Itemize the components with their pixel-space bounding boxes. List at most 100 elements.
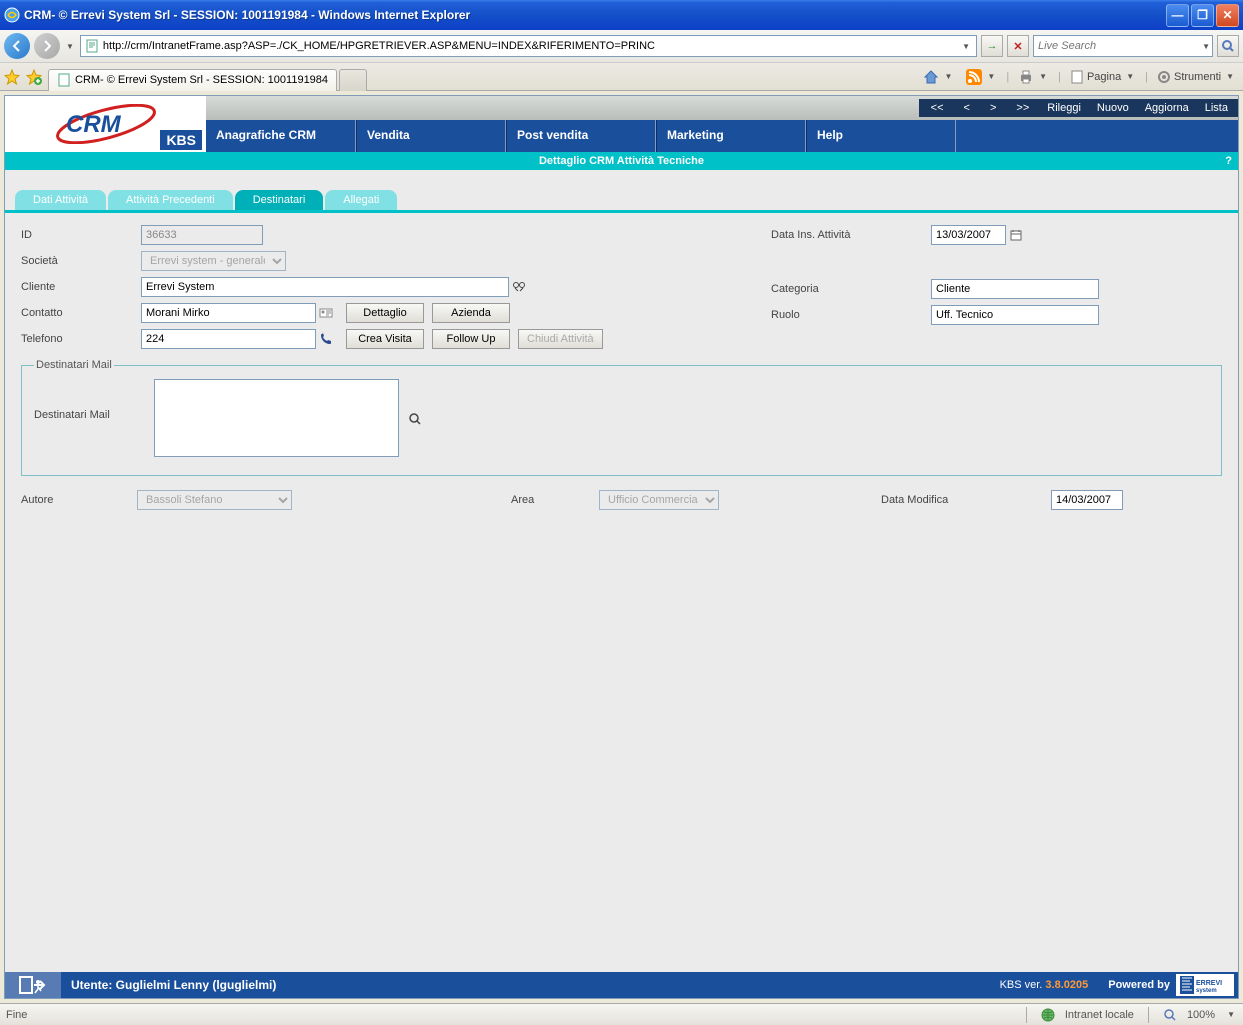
print-button[interactable]: ▼: [1015, 67, 1052, 87]
categoria-field[interactable]: [931, 279, 1099, 299]
label-ruolo: Ruolo: [771, 309, 931, 321]
cliente-lookup-icon[interactable]: [509, 277, 529, 297]
footer-user: Utente: Guglielmi Lenny (lguglielmi): [71, 978, 276, 992]
new-tab-button[interactable]: [339, 69, 367, 91]
search-button[interactable]: [1217, 35, 1239, 57]
area-select: Ufficio Commerciale: [599, 490, 719, 510]
browser-tabbar: CRM- © Errevi System Srl - SESSION: 1001…: [0, 63, 1243, 91]
app-logo: CRM KBS: [5, 96, 206, 152]
menu-postvendita[interactable]: Post vendita: [506, 120, 656, 152]
cliente-field[interactable]: [141, 277, 509, 297]
stop-button[interactable]: ✕: [1007, 35, 1029, 57]
menu-help[interactable]: Help: [806, 120, 956, 152]
contatto-card-icon[interactable]: [316, 303, 336, 323]
nav-prev-button[interactable]: <: [954, 102, 980, 114]
data-ins-field[interactable]: [931, 225, 1006, 245]
label-autore: Autore: [21, 494, 137, 506]
main-menu: Anagrafiche CRM Vendita Post vendita Mar…: [206, 120, 1238, 152]
label-categoria: Categoria: [771, 283, 931, 295]
nav-lista-button[interactable]: Lista: [1197, 102, 1236, 114]
address-bar[interactable]: ▼: [80, 35, 977, 57]
home-button[interactable]: ▼: [920, 67, 957, 87]
search-bar[interactable]: ▼: [1033, 35, 1213, 57]
tab-page-icon: [57, 73, 71, 87]
search-mail-icon[interactable]: [405, 409, 425, 429]
label-telefono: Telefono: [21, 333, 141, 345]
search-input[interactable]: [1034, 40, 1200, 52]
page-menu[interactable]: Pagina ▼: [1067, 68, 1139, 86]
feeds-button[interactable]: ▼: [963, 67, 1000, 87]
contatto-field[interactable]: [141, 303, 316, 323]
tools-menu[interactable]: Strumenti ▼: [1154, 68, 1239, 86]
destinatari-mail-textarea[interactable]: [154, 379, 399, 457]
exit-icon[interactable]: [5, 972, 61, 998]
label-contatto: Contatto: [21, 307, 141, 319]
menu-anagrafiche[interactable]: Anagrafiche CRM: [206, 120, 356, 152]
search-dropdown-icon[interactable]: ▼: [1200, 42, 1212, 51]
window-title: CRM- © Errevi System Srl - SESSION: 1001…: [24, 8, 1166, 22]
label-area: Area: [511, 494, 599, 506]
url-input[interactable]: [103, 40, 956, 52]
ruolo-field[interactable]: [931, 305, 1099, 325]
label-data-modifica: Data Modifica: [881, 494, 1051, 506]
crea-visita-button[interactable]: Crea Visita: [346, 329, 424, 349]
back-button[interactable]: [4, 33, 30, 59]
chiudi-attivita-button: Chiudi Attività: [518, 329, 603, 349]
status-zone: Intranet locale: [1065, 1009, 1134, 1021]
zoom-icon[interactable]: [1163, 1008, 1177, 1022]
status-text: Fine: [6, 1009, 27, 1021]
window-minimize-button[interactable]: —: [1166, 4, 1189, 27]
id-field: [141, 225, 263, 245]
menu-marketing[interactable]: Marketing: [656, 120, 806, 152]
window-close-button[interactable]: ✕: [1216, 4, 1239, 27]
tab-allegati[interactable]: Allegati: [325, 190, 397, 210]
label-data-ins: Data Ins. Attività: [771, 229, 931, 241]
browser-navbar: ▼ ▼ → ✕ ▼: [0, 30, 1243, 63]
tab-destinatari[interactable]: Destinatari: [235, 190, 324, 210]
add-favorites-icon[interactable]: [26, 69, 42, 85]
telefono-field[interactable]: [141, 329, 316, 349]
favorites-icon[interactable]: [4, 69, 20, 85]
nav-nuovo-button[interactable]: Nuovo: [1089, 102, 1137, 114]
tab-dati-attivita[interactable]: Dati Attività: [15, 190, 106, 210]
calendar-icon[interactable]: [1006, 225, 1026, 245]
go-button[interactable]: →: [981, 35, 1003, 57]
destinatari-mail-fieldset: Destinatari Mail Destinatari Mail: [21, 359, 1222, 476]
ie-icon: [4, 7, 20, 23]
followup-button[interactable]: Follow Up: [432, 329, 510, 349]
nav-first-button[interactable]: <<: [921, 102, 954, 114]
label-cliente: Cliente: [21, 281, 141, 293]
window-maximize-button[interactable]: ❐: [1191, 4, 1214, 27]
autore-select: Bassoli Stefano: [137, 490, 292, 510]
kbs-label: KBS: [160, 130, 202, 150]
url-dropdown-icon[interactable]: ▼: [960, 42, 972, 51]
svg-text:ERREVI: ERREVI: [1196, 980, 1222, 987]
societa-select: Errevi system - generale: [141, 251, 286, 271]
menu-vendita[interactable]: Vendita: [356, 120, 506, 152]
forward-button[interactable]: [34, 33, 60, 59]
footer-version: 3.8.0205: [1045, 979, 1088, 991]
subheader-help-button[interactable]: ?: [1225, 152, 1232, 170]
zoom-dropdown-icon[interactable]: ▼: [1225, 1010, 1237, 1019]
browser-tab[interactable]: CRM- © Errevi System Srl - SESSION: 1001…: [48, 69, 337, 91]
svg-text:CRM: CRM: [66, 111, 122, 138]
content-tabs: Dati Attività Attività Precedenti Destin…: [5, 190, 1238, 213]
history-dropdown-icon[interactable]: ▼: [64, 42, 76, 51]
errevi-logo: ERREVI system: [1176, 974, 1234, 996]
destinatari-mail-legend: Destinatari Mail: [34, 359, 114, 371]
nav-last-button[interactable]: >>: [1006, 102, 1039, 114]
footer-powered-by: Powered by: [1108, 979, 1170, 991]
dettaglio-button[interactable]: Dettaglio: [346, 303, 424, 323]
label-societa: Società: [21, 255, 141, 267]
tab-attivita-precedenti[interactable]: Attività Precedenti: [108, 190, 233, 210]
phone-icon[interactable]: [316, 329, 336, 349]
data-modifica-field[interactable]: [1051, 490, 1123, 510]
nav-next-button[interactable]: >: [980, 102, 1006, 114]
status-zoom[interactable]: 100%: [1187, 1009, 1215, 1021]
nav-aggiorna-button[interactable]: Aggiorna: [1137, 102, 1197, 114]
nav-rileggi-button[interactable]: Rileggi: [1039, 102, 1089, 114]
page-icon: [85, 39, 99, 53]
record-nav-controls: << < > >> Rileggi Nuovo Aggiorna Lista: [919, 99, 1238, 117]
browser-statusbar: Fine Intranet locale 100% ▼: [0, 1003, 1243, 1025]
azienda-button[interactable]: Azienda: [432, 303, 510, 323]
